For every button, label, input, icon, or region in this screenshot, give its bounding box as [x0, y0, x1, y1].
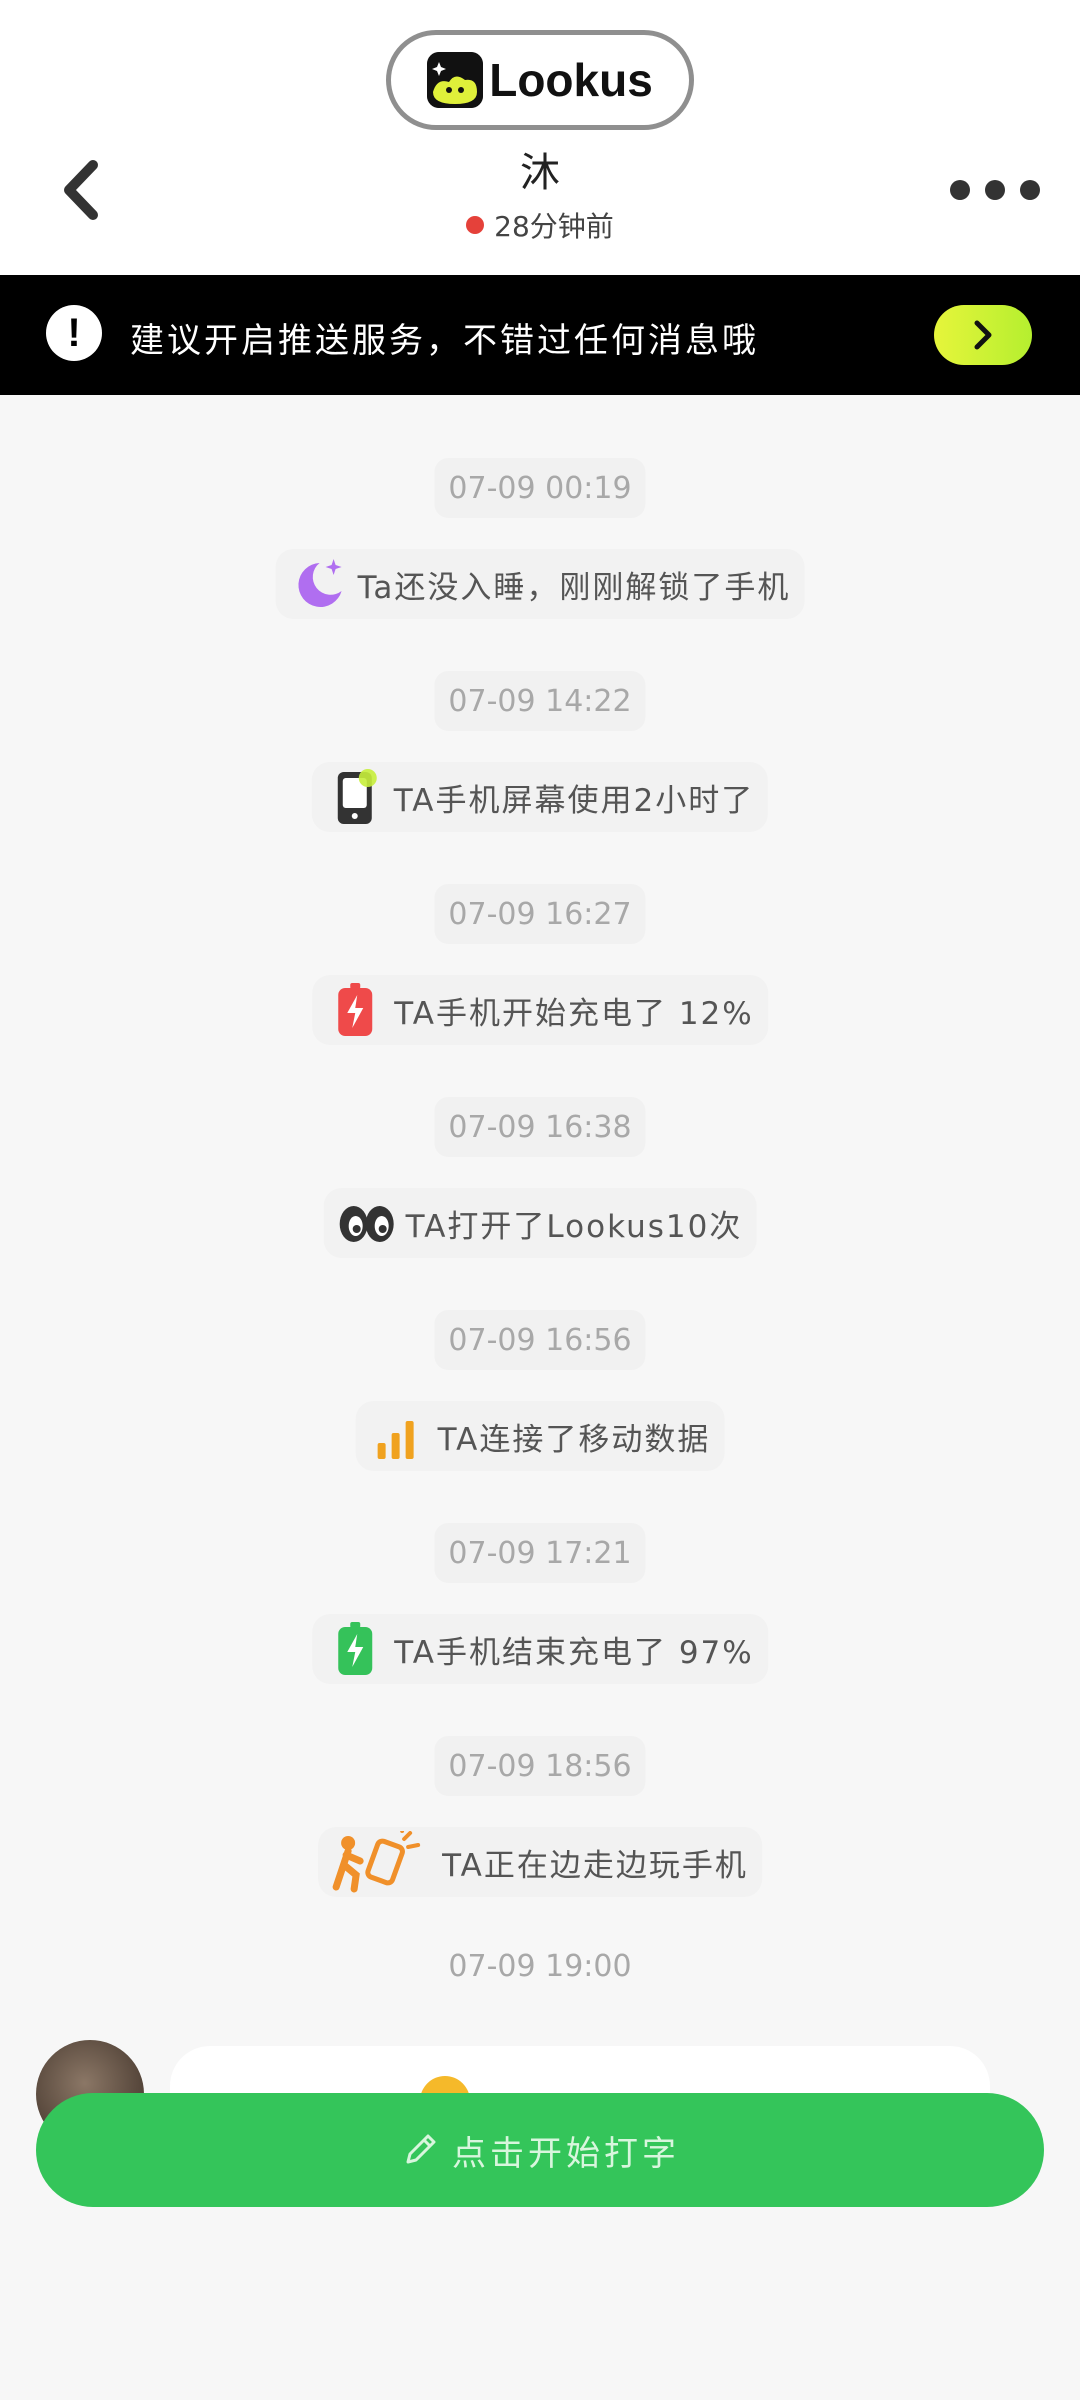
more-dot-icon — [1020, 180, 1040, 200]
last-active-status: 28分钟前 — [0, 205, 1080, 245]
lookus-logo-icon — [427, 52, 484, 108]
timestamp: 07-09 16:56 — [434, 1310, 646, 1370]
activity-event: TA连接了移动数据 — [355, 1401, 725, 1471]
timestamp: 07-09 16:38 — [434, 1097, 646, 1157]
battery-low-charging-icon — [326, 981, 384, 1039]
signal-bars-icon — [370, 1407, 428, 1465]
event-text: Ta还没入睡，刚刚解锁了手机 — [357, 569, 791, 606]
last-active-text: 28分钟前 — [494, 210, 614, 243]
event-text: TA打开了Lookus10次 — [405, 1208, 743, 1245]
walking-phone-icon — [332, 1831, 432, 1893]
event-text: TA正在边走边玩手机 — [442, 1847, 748, 1884]
more-dot-icon — [950, 180, 970, 200]
timestamp: 07-09 17:21 — [434, 1523, 646, 1583]
start-typing-button[interactable]: 点击开始打字 — [36, 2093, 1044, 2207]
activity-event: Ta还没入睡，刚刚解锁了手机 — [275, 549, 805, 619]
chevron-right-icon — [974, 320, 992, 350]
brand-logo-pill: Lookus — [386, 30, 694, 130]
push-notice-banner[interactable]: ! 建议开启推送服务，不错过任何消息哦 — [0, 275, 1080, 395]
timestamp: 07-09 00:19 — [434, 458, 646, 518]
battery-full-charging-icon — [326, 1620, 384, 1678]
moon-sparkle-icon — [290, 555, 348, 613]
notice-text: 建议开启推送服务，不错过任何消息哦 — [130, 321, 759, 361]
brand-name: Lookus — [489, 54, 653, 106]
notice-go-button[interactable] — [934, 305, 1032, 365]
more-dot-icon — [985, 180, 1005, 200]
event-text: TA手机屏幕使用2小时了 — [393, 782, 755, 819]
event-text: TA连接了移动数据 — [437, 1421, 711, 1458]
timestamp: 07-09 18:56 — [434, 1736, 646, 1796]
event-text: TA手机开始充电了 12% — [394, 995, 754, 1032]
activity-event: TA手机结束充电了 97% — [312, 1614, 768, 1684]
event-text: TA手机结束充电了 97% — [394, 1634, 754, 1671]
app-header: Lookus 沐 28分钟前 — [0, 0, 1080, 275]
activity-event: TA正在边走边玩手机 — [318, 1827, 762, 1897]
activity-event: TA手机开始充电了 12% — [312, 975, 768, 1045]
timestamp: 07-09 16:27 — [434, 884, 646, 944]
activity-event: TA打开了Lookus10次 — [323, 1188, 757, 1258]
contact-name: 沐 — [520, 150, 560, 196]
more-options-button[interactable] — [950, 170, 1040, 210]
start-typing-label: 点击开始打字 — [452, 2133, 680, 2174]
timestamp: 07-09 14:22 — [434, 671, 646, 731]
activity-event: TA手机屏幕使用2小时了 — [311, 762, 769, 832]
phone-screen-icon — [326, 768, 384, 826]
timestamp: 07-09 19:00 — [448, 1949, 632, 1984]
pencil-icon — [406, 2134, 436, 2164]
status-dot-icon — [466, 216, 485, 234]
exclamation-icon: ! — [46, 305, 102, 361]
eyes-icon — [338, 1194, 396, 1252]
